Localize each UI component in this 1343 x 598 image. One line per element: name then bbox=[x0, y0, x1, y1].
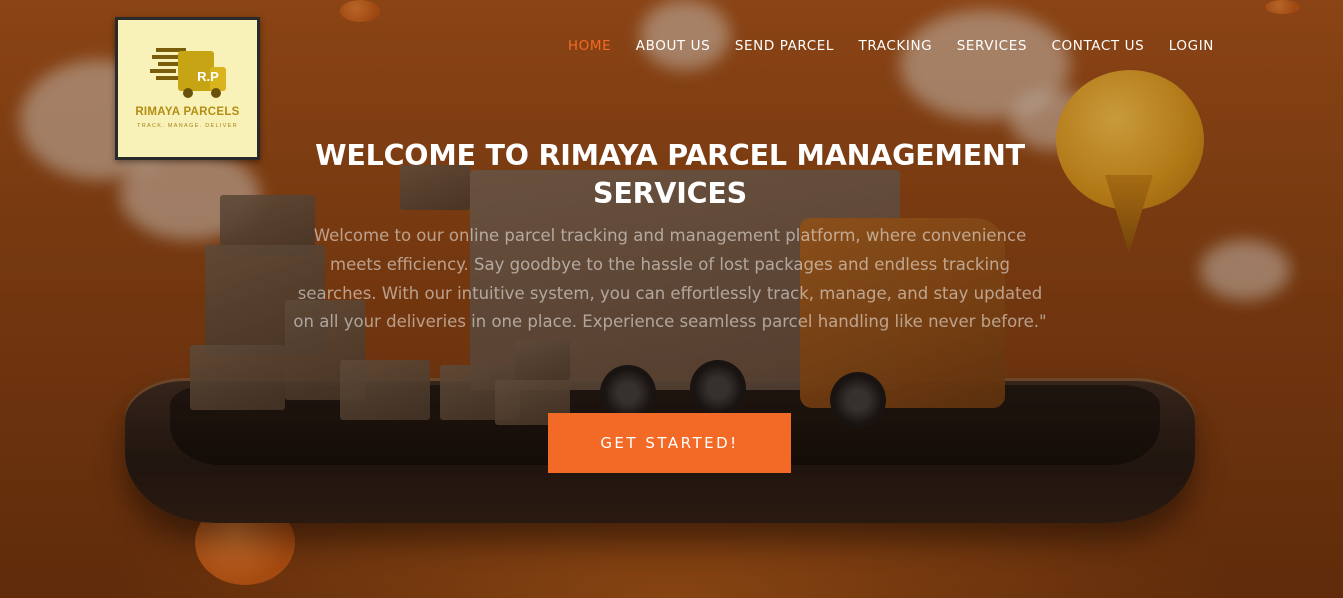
logo-monogram: R.P bbox=[197, 69, 219, 84]
nav-about-us[interactable]: ABOUT US bbox=[636, 38, 711, 54]
logo-tagline: TRACK. MANAGE. DELIVER bbox=[137, 123, 238, 129]
delivery-truck-logo-icon: R.P bbox=[150, 48, 226, 98]
logo-name: RIMAYA PARCELS bbox=[135, 106, 240, 118]
nav-tracking[interactable]: TRACKING bbox=[859, 38, 933, 54]
hero-description: Welcome to our online parcel tracking an… bbox=[293, 226, 1047, 332]
nav-send-parcel[interactable]: SEND PARCEL bbox=[735, 38, 834, 54]
main-nav: HOME ABOUT US SEND PARCEL TRACKING SERVI… bbox=[543, 38, 1214, 54]
nav-home[interactable]: HOME bbox=[568, 38, 611, 54]
nav-contact-us[interactable]: CONTACT US bbox=[1052, 38, 1145, 54]
nav-services[interactable]: SERVICES bbox=[957, 38, 1027, 54]
site-logo[interactable]: R.P RIMAYA PARCELS TRACK. MANAGE. DELIVE… bbox=[115, 17, 260, 160]
get-started-button[interactable]: GET STARTED! bbox=[548, 413, 791, 473]
hero-title: WELCOME TO RIMAYA PARCEL MANAGEMENT SERV… bbox=[315, 139, 1025, 210]
nav-login[interactable]: LOGIN bbox=[1169, 38, 1214, 54]
